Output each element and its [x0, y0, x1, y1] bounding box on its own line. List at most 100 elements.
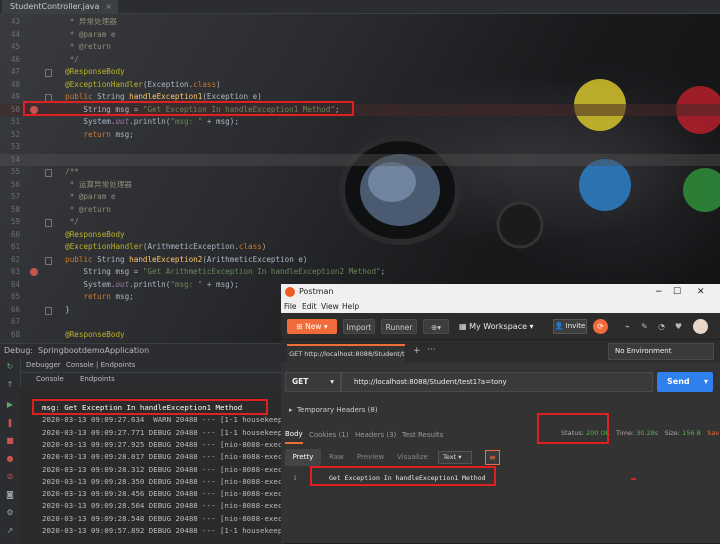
resume-icon[interactable]: ▶: [5, 400, 15, 410]
rerun-icon[interactable]: ↻: [5, 362, 15, 372]
bell-icon[interactable]: ◔: [657, 322, 666, 331]
open-new-button[interactable]: ⊕▾: [423, 319, 449, 334]
code-line[interactable]: 47 @ResponseBody: [0, 66, 720, 79]
file-tab[interactable]: StudentController.java ×: [2, 0, 119, 13]
close-button[interactable]: ✕: [697, 284, 705, 300]
workspace-selector[interactable]: ▦ My Workspace ▾: [459, 319, 534, 334]
minimize-button[interactable]: −: [655, 284, 663, 300]
sync-icon[interactable]: ⟳: [593, 319, 608, 334]
wrench-icon[interactable]: ✎: [640, 322, 649, 331]
line-number[interactable]: 52: [4, 129, 20, 142]
raw-button[interactable]: Raw: [329, 449, 344, 466]
menu-file[interactable]: File: [284, 300, 297, 313]
line-number[interactable]: 65: [4, 291, 20, 304]
fold-icon[interactable]: [45, 306, 52, 315]
line-number[interactable]: 47: [4, 66, 20, 79]
code-line[interactable]: 53: [0, 141, 720, 154]
chevron-down-icon[interactable]: ▾: [704, 372, 708, 392]
line-number[interactable]: 59: [4, 216, 20, 229]
send-button[interactable]: Send ▾: [657, 372, 713, 392]
breakpoint-icon[interactable]: [30, 268, 38, 276]
line-number[interactable]: 53: [4, 141, 20, 154]
tab-debugger[interactable]: Debugger: [26, 358, 61, 372]
fold-icon[interactable]: [45, 219, 52, 227]
format-select[interactable]: Text ▾: [438, 451, 472, 464]
pause-icon[interactable]: ❚: [5, 418, 15, 428]
line-number[interactable]: 55: [4, 166, 20, 179]
maximize-button[interactable]: ☐: [673, 284, 681, 300]
method-select[interactable]: GET ▾: [285, 372, 341, 392]
fold-icon[interactable]: [45, 69, 52, 77]
line-number[interactable]: 46: [4, 54, 20, 67]
request-tab[interactable]: GET http://localhost:8088/Student/t...: [287, 344, 405, 362]
line-number[interactable]: 50: [4, 104, 20, 117]
code-line[interactable]: 54: [0, 153, 720, 167]
breakpoints-icon[interactable]: ●: [5, 454, 15, 464]
url-input[interactable]: http://localhost:8088/Student/test1?a=to…: [341, 372, 653, 392]
code-line[interactable]: 46 */: [0, 54, 720, 67]
line-number[interactable]: 43: [4, 16, 20, 29]
menu-view[interactable]: View: [321, 300, 339, 313]
menu-edit[interactable]: Edit: [302, 300, 317, 313]
preview-button[interactable]: Preview: [357, 449, 384, 466]
line-number[interactable]: 63: [4, 266, 20, 279]
code-line[interactable]: 58 * @return: [0, 204, 720, 217]
avatar[interactable]: [693, 319, 708, 334]
line-number[interactable]: 57: [4, 191, 20, 204]
line-number[interactable]: 67: [4, 316, 20, 329]
tab-headers[interactable]: Headers (3): [355, 426, 396, 444]
line-number[interactable]: 66: [4, 304, 20, 317]
line-number[interactable]: 60: [4, 229, 20, 242]
code-line[interactable]: 44 * @param e: [0, 29, 720, 42]
code-line[interactable]: 51 System.out.println("msg: " + msg);: [0, 116, 720, 129]
line-number[interactable]: 61: [4, 241, 20, 254]
environment-selector[interactable]: No Environment: [608, 343, 714, 360]
code-line[interactable]: 62 public String handleException2(Arithm…: [0, 254, 720, 267]
subtab-endpoints[interactable]: Endpoints: [80, 372, 115, 386]
code-line[interactable]: 56 * 运算异常处理器: [0, 179, 720, 192]
runner-button[interactable]: Runner: [381, 319, 417, 334]
line-number[interactable]: 54: [4, 154, 20, 167]
code-line[interactable]: 59 */: [0, 216, 720, 229]
heart-icon[interactable]: ♥: [674, 322, 683, 331]
line-number[interactable]: 62: [4, 254, 20, 267]
visualize-button[interactable]: Visualize: [397, 449, 428, 466]
line-number[interactable]: 64: [4, 279, 20, 292]
import-button[interactable]: Import: [343, 319, 375, 334]
code-line[interactable]: 63 String msg = "Get ArithmeticException…: [0, 266, 720, 279]
line-number[interactable]: 44: [4, 29, 20, 42]
code-line[interactable]: 57 * @param e: [0, 191, 720, 204]
line-number[interactable]: 56: [4, 179, 20, 192]
tab-test-results[interactable]: Test Results: [402, 426, 443, 444]
pretty-button[interactable]: Pretty: [285, 449, 321, 466]
debug-app-name[interactable]: SpringbootdemoApplication: [38, 344, 149, 358]
temporary-headers[interactable]: ▸ Temporary Headers (8): [289, 406, 378, 414]
camera-icon[interactable]: ◙: [5, 490, 15, 500]
code-line[interactable]: 48 @ExceptionHandler(Exception.class): [0, 79, 720, 92]
wrap-lines-icon[interactable]: ≡: [485, 450, 500, 465]
fold-icon[interactable]: [45, 169, 52, 177]
up-icon[interactable]: ↑: [5, 380, 15, 390]
tab-body[interactable]: Body: [285, 426, 303, 444]
line-number[interactable]: 48: [4, 79, 20, 92]
gear-icon[interactable]: ⚙: [5, 508, 15, 518]
code-line[interactable]: 61 @ExceptionHandler(ArithmeticException…: [0, 241, 720, 254]
code-line[interactable]: 45 * @return: [0, 41, 720, 54]
invite-button[interactable]: 👤 Invite: [553, 319, 587, 334]
tab-cookies[interactable]: Cookies (1): [309, 426, 349, 444]
subtab-console[interactable]: Console: [36, 372, 64, 386]
add-tab-icon[interactable]: +: [413, 346, 421, 356]
code-line[interactable]: 60 @ResponseBody: [0, 229, 720, 242]
tab-console[interactable]: Console | Endpoints: [66, 358, 135, 372]
save-response-button[interactable]: Sav: [707, 429, 719, 437]
line-number[interactable]: 45: [4, 41, 20, 54]
line-number[interactable]: 49: [4, 91, 20, 104]
new-button[interactable]: ⊞ New ▾: [287, 319, 337, 334]
satellite-icon[interactable]: ⌁: [623, 322, 632, 331]
line-number[interactable]: 68: [4, 329, 20, 342]
menu-help[interactable]: Help: [342, 300, 359, 313]
line-number[interactable]: 51: [4, 116, 20, 129]
mute-breakpoints-icon[interactable]: ⊘: [5, 472, 15, 482]
close-icon[interactable]: ×: [105, 2, 112, 11]
code-line[interactable]: 43 * 异常处理器: [0, 16, 720, 29]
